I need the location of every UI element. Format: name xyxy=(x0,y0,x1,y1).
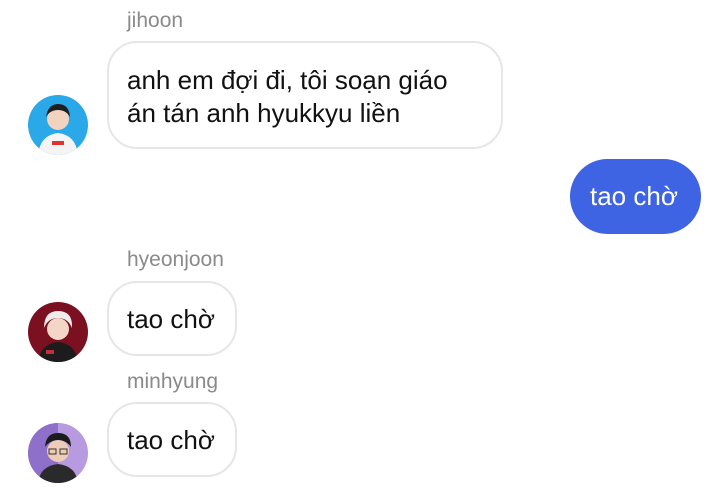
sender-name-hyeonjoon: hyeonjoon xyxy=(127,248,224,271)
sender-name-minhyung: minhyung xyxy=(127,370,219,393)
message-text-line: tao chờ xyxy=(127,425,215,455)
message-text-line: anh em đợi đi, tôi soạn giáo xyxy=(127,65,448,95)
message-bubble-incoming[interactable]: anh em đợi đi, tôi soạn giáo án tán anh … xyxy=(107,41,503,149)
message-bubble-incoming[interactable]: tao chờ xyxy=(107,281,237,356)
avatar-minhyung[interactable] xyxy=(28,423,88,483)
message-text-line: án tán anh hyukkyu liền xyxy=(127,98,401,128)
message-bubble-incoming[interactable]: tao chờ xyxy=(107,402,237,477)
message-bubble-outgoing[interactable]: tao chờ xyxy=(570,159,701,234)
avatar-photo-icon xyxy=(28,423,88,483)
avatar-photo-icon xyxy=(28,95,88,155)
message-text-line: tao chờ xyxy=(127,304,215,334)
message-text-line: tao chờ xyxy=(590,181,678,211)
avatar-hyeonjoon[interactable] xyxy=(28,302,88,362)
avatar-jihoon[interactable] xyxy=(28,95,88,155)
avatar-photo-icon xyxy=(28,302,88,362)
sender-name-jihoon: jihoon xyxy=(127,9,184,32)
